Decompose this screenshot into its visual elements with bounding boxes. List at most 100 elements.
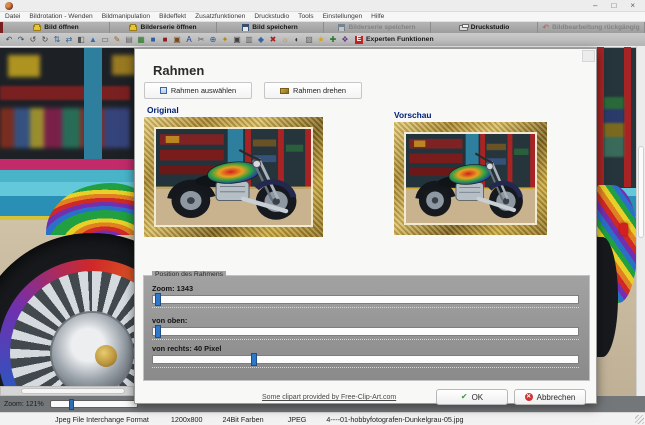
layers-icon[interactable]: ▥ bbox=[243, 34, 255, 45]
groupbox-legend: Position des Rahmens bbox=[152, 271, 226, 278]
zoom-slider-ticks bbox=[152, 304, 579, 308]
vertical-scrollbar-thumb[interactable] bbox=[638, 146, 644, 238]
vertical-scrollbar[interactable] bbox=[636, 46, 645, 396]
cancel-x-icon: ✕ bbox=[525, 393, 533, 401]
disk-icon bbox=[338, 24, 345, 31]
main-toolbar: Bild öffnen Bilderserie öffnen Bild spei… bbox=[0, 22, 645, 33]
von-rechts-slider-thumb[interactable] bbox=[251, 353, 257, 366]
diamond-icon[interactable]: ◆ bbox=[255, 34, 267, 45]
mirror-icon[interactable]: ◧ bbox=[75, 34, 87, 45]
von-oben-slider-ticks bbox=[152, 336, 579, 340]
frame-position-groupbox: Position des Rahmens Zoom: 1343von oben:… bbox=[143, 275, 590, 381]
rotate-right-icon[interactable]: ↷ bbox=[15, 34, 27, 45]
frame-rotate-icon bbox=[280, 88, 289, 94]
histogram-icon[interactable]: ▦ bbox=[135, 34, 147, 45]
von-oben-slider-thumb[interactable] bbox=[155, 325, 161, 338]
save-image-button[interactable]: Bild speichern bbox=[217, 22, 324, 33]
select-frame-button[interactable]: Rahmen auswählen bbox=[144, 82, 252, 99]
zoom-slider-thumb[interactable] bbox=[155, 293, 161, 306]
original-label: Original bbox=[147, 105, 179, 115]
slider-label-von-rechts: von rechts: 40 Pixel bbox=[152, 344, 579, 353]
ok-button[interactable]: ✔ OK bbox=[436, 389, 508, 405]
brightness-icon[interactable]: ☼ bbox=[279, 34, 291, 45]
window-frame-bar bbox=[624, 47, 631, 187]
scissors-icon[interactable]: ✂ bbox=[195, 34, 207, 45]
undo-icon: ↶ bbox=[542, 25, 549, 31]
von-rechts-slider[interactable] bbox=[152, 355, 579, 364]
maximize-button[interactable]: □ bbox=[611, 0, 616, 12]
effects-icon[interactable]: ❖ bbox=[339, 34, 351, 45]
menu-item-bildrotation-wenden[interactable]: Bildrotation - Wenden bbox=[29, 13, 92, 20]
pointer-icon[interactable]: ▲ bbox=[87, 34, 99, 45]
check-icon: ✔ bbox=[461, 393, 468, 401]
zoom-slider[interactable] bbox=[152, 295, 579, 304]
dialog-title: Rahmen bbox=[153, 63, 204, 78]
sparkle-icon[interactable]: ✦ bbox=[219, 34, 231, 45]
picture-icon[interactable]: ▣ bbox=[171, 34, 183, 45]
window-frame-bar bbox=[597, 47, 604, 187]
contrast-icon[interactable]: ◐ bbox=[291, 34, 303, 45]
menu-item-tools[interactable]: Tools bbox=[298, 13, 313, 20]
crop-icon[interactable]: ▭ bbox=[99, 34, 111, 45]
menu-item-bildmanipulation[interactable]: Bildmanipulation bbox=[102, 13, 150, 20]
file-format-label: Jpeg File Interchange Format bbox=[55, 415, 149, 424]
slider-label-zoom: Zoom: 1343 bbox=[152, 284, 579, 293]
store-pillar bbox=[84, 48, 102, 161]
zoom-plus-icon[interactable]: ⊕ bbox=[207, 34, 219, 45]
blue-square-icon[interactable]: ■ bbox=[147, 34, 159, 45]
frame-icon[interactable]: ▣ bbox=[231, 34, 243, 45]
zoom-slider-thumb[interactable] bbox=[69, 399, 74, 410]
menu-item-zusatzfunktionen[interactable]: Zusatzfunktionen bbox=[195, 13, 245, 20]
flip-horizontal-icon[interactable]: ⇄ bbox=[63, 34, 75, 45]
folder-icon bbox=[129, 25, 137, 31]
store-shelf bbox=[0, 86, 130, 100]
app-logo-icon bbox=[5, 2, 13, 10]
star-icon[interactable]: ★ bbox=[315, 34, 327, 45]
menu-item-hilfe[interactable]: Hilfe bbox=[371, 13, 384, 20]
zoom-slider[interactable] bbox=[50, 400, 138, 408]
original-photo bbox=[154, 127, 313, 227]
open-image-series-button[interactable]: Bilderserie öffnen bbox=[110, 22, 217, 33]
color-depth-label: 24Bit Farben bbox=[222, 415, 263, 424]
preview-framed-image bbox=[394, 122, 547, 235]
app-window: – □ × Datei Bildrotation - Wenden Bildma… bbox=[0, 0, 645, 425]
clipart-credit-link[interactable]: Some clipart provided by Free-Clip-Art.c… bbox=[262, 394, 396, 401]
brush-icon[interactable]: ✎ bbox=[111, 34, 123, 45]
resize-grip[interactable] bbox=[635, 415, 644, 424]
slider-label-von-oben: von oben: bbox=[152, 316, 579, 325]
horizontal-scrollbar[interactable] bbox=[0, 386, 134, 396]
text-tool-icon[interactable]: A bbox=[183, 34, 195, 45]
rahmen-dialog: Rahmen Rahmen auswählen Rahmen drehen Or… bbox=[134, 48, 597, 404]
delete-icon[interactable]: ✖ bbox=[267, 34, 279, 45]
frame-select-icon bbox=[160, 87, 167, 94]
flip-vertical-icon[interactable]: ⇅ bbox=[51, 34, 63, 45]
file-type-label: JPEG bbox=[288, 415, 307, 424]
red-square-icon[interactable]: ■ bbox=[159, 34, 171, 45]
menu-item-bildeffekt[interactable]: Bildeffekt bbox=[159, 13, 186, 20]
menu-item-druckstudio[interactable]: Druckstudio bbox=[254, 13, 289, 20]
cancel-button[interactable]: ✕ Abbrechen bbox=[514, 389, 586, 405]
shade-icon[interactable]: ▧ bbox=[303, 34, 315, 45]
close-button[interactable]: × bbox=[630, 0, 635, 12]
wheel-hub bbox=[50, 311, 134, 395]
menu-item-datei[interactable]: Datei bbox=[5, 13, 20, 20]
horizontal-scrollbar-thumb[interactable] bbox=[21, 388, 125, 394]
expert-functions-button[interactable]: E Experten Funktionen bbox=[355, 36, 434, 44]
rotate-cw-icon[interactable]: ↻ bbox=[39, 34, 51, 45]
wand-icon[interactable]: ✚ bbox=[327, 34, 339, 45]
rotate-left-icon[interactable]: ↶ bbox=[3, 34, 15, 45]
print-studio-button[interactable]: Druckstudio bbox=[431, 22, 538, 33]
minimize-button[interactable]: – bbox=[593, 0, 597, 12]
save-image-series-button: Bilderserie speichern bbox=[324, 22, 431, 33]
open-image-button[interactable]: Bild öffnen bbox=[3, 22, 110, 33]
undo-button: ↶ Bildbearbeitung rückgängig bbox=[538, 22, 645, 33]
image-dimensions-label: 1200x800 bbox=[171, 415, 203, 424]
levels-icon[interactable]: ▤ bbox=[123, 34, 135, 45]
disk-icon bbox=[242, 24, 249, 31]
dialog-close-button[interactable] bbox=[582, 50, 595, 62]
filename-label: 4----01-hobbyfotografen-Dunkelgrau-05.jp… bbox=[326, 415, 463, 424]
rotate-ccw-icon[interactable]: ↺ bbox=[27, 34, 39, 45]
rotate-frame-button[interactable]: Rahmen drehen bbox=[264, 82, 362, 99]
menu-item-einstellungen[interactable]: Einstellungen bbox=[323, 13, 363, 20]
von-oben-slider[interactable] bbox=[152, 327, 579, 336]
